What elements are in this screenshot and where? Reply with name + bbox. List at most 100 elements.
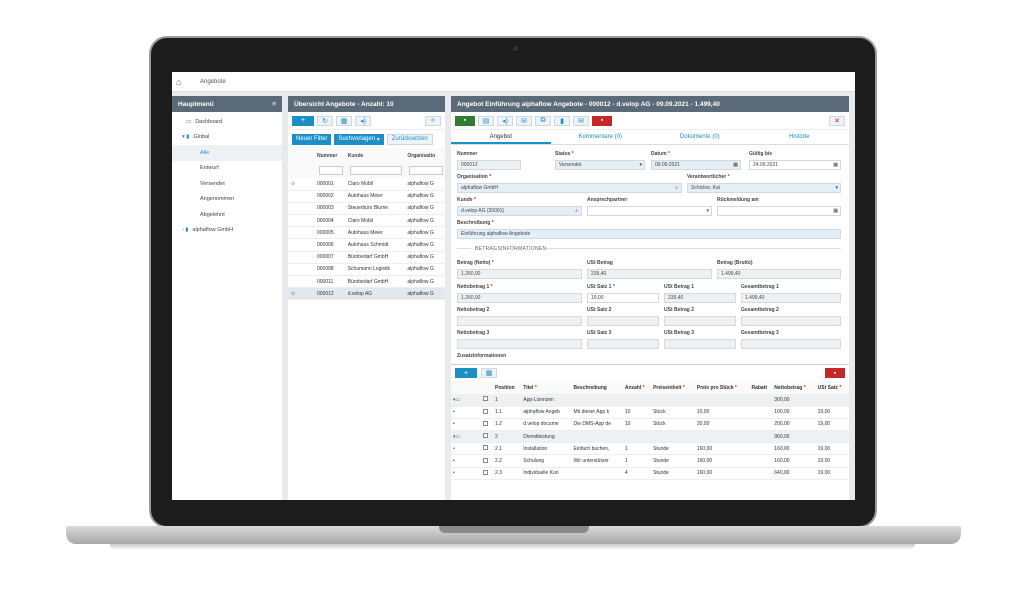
table-row[interactable]: 000008 Schumann Logistik alphaflow G (288, 263, 445, 277)
pdf-icon[interactable]: ▤ (478, 115, 494, 126)
envelope-icon[interactable]: ✉ (573, 115, 589, 126)
expand-cell[interactable]: ▾▭ (451, 394, 469, 407)
row-checkbox[interactable] (481, 442, 493, 456)
table-row[interactable]: 000005 Autohaus Meier alphaflow G (288, 226, 445, 240)
calendar-icon[interactable]: ▦ (833, 207, 838, 215)
sidebar-item[interactable]: Angenommen (172, 192, 282, 208)
paperclip-icon[interactable]: ⊘ (291, 181, 295, 187)
expand-cell[interactable]: ▾▭ (451, 430, 469, 444)
sidebar-item[interactable]: ▾ ▮ Global (172, 130, 282, 146)
row-checkbox[interactable] (481, 430, 493, 444)
table-row[interactable]: ⊘ 000001 Claro Mobil alphaflow G (288, 178, 445, 191)
table-row[interactable]: 000003 Steuerbüro Blume alphaflow G (288, 202, 445, 216)
sidebar-item[interactable]: Entwurf (172, 161, 282, 177)
checkbox[interactable] (483, 396, 488, 402)
row-checkbox[interactable] (481, 454, 493, 468)
filter-nummer-input[interactable] (319, 166, 343, 175)
add-position-button[interactable]: + (455, 368, 477, 378)
table-row[interactable]: 000006 Autohaus Schmidt alphaflow G (288, 238, 445, 252)
column-header[interactable]: Position (493, 381, 522, 394)
column-header[interactable]: Kunde (344, 148, 405, 163)
home-icon[interactable]: ⌂ (176, 77, 190, 87)
hamburger-icon[interactable]: ≡ (272, 101, 276, 108)
column-header[interactable]: USt Satz * (815, 381, 849, 394)
search-templates-button[interactable]: Suchvorlagen ▾ (334, 133, 384, 145)
position-row[interactable]: • 2.3 Individuelle Kun 4 Stunde 160,00 640,00 1… (451, 467, 849, 480)
refresh-icon[interactable]: ↻ (317, 115, 333, 126)
checkbox[interactable] (483, 408, 488, 414)
position-row[interactable]: • 1.2 d.velop docume Die DMS-App de 10 Stück 2… (451, 418, 849, 432)
tab-angebot[interactable]: Angebot (451, 130, 551, 144)
close-icon[interactable]: ✕ (829, 115, 845, 126)
checkbox[interactable] (483, 469, 488, 475)
expand-cell[interactable]: • (451, 418, 469, 432)
table-row[interactable]: 000004 Claro Mobil alphaflow G (288, 214, 445, 228)
add-button[interactable]: + (292, 115, 314, 126)
row-checkbox[interactable] (481, 418, 493, 432)
column-header[interactable]: Beschreibung (571, 381, 623, 394)
table-row[interactable]: ⊘ 000012 d.velop AG alphaflow G (288, 287, 445, 301)
checkbox[interactable] (483, 433, 488, 439)
sidebar-item[interactable]: Versendet (172, 176, 282, 192)
column-header[interactable]: Titel * (521, 381, 572, 394)
position-group-row[interactable]: ▾▭ 1 App-Lizenzen 300,00 (451, 394, 849, 407)
delete-position-button[interactable]: ▪ (825, 368, 845, 378)
status-select[interactable]: Versendet ▾ (555, 160, 645, 170)
audio-icon[interactable]: ◂) (497, 115, 513, 126)
organisation-field[interactable]: alphaflow GmbH ⌕ (457, 183, 682, 193)
column-header[interactable]: Rabatt (749, 381, 773, 394)
tab-kommentare[interactable]: Kommentare (0) (551, 130, 651, 144)
search-icon[interactable]: ⌕ (575, 207, 578, 215)
column-header[interactable]: Preis pro Stück * (694, 381, 750, 394)
checkbox[interactable] (483, 420, 488, 426)
row-checkbox[interactable] (481, 406, 493, 419)
datum-field[interactable]: 09.09.2021 ▦ (651, 160, 741, 170)
row-checkbox[interactable] (481, 467, 493, 480)
checkbox[interactable] (483, 457, 488, 463)
tab-dokumente[interactable]: Dokumente (0) (650, 130, 750, 144)
sidebar-item[interactable]: ▭ Dashboard (172, 114, 282, 130)
calendar-icon[interactable]: ▦ (733, 161, 738, 169)
kunde-field[interactable]: d.velop AG (20001) ⌕ (457, 206, 582, 216)
filter-kunde-input[interactable] (349, 166, 403, 175)
table-row[interactable]: 000007 Bürobedarf GmbH alphaflow G (288, 251, 445, 264)
filter-organisation-input[interactable] (409, 166, 443, 175)
delete-button[interactable]: ▪ (592, 115, 612, 126)
breadcrumb[interactable]: Angebote (200, 79, 226, 85)
bookmark-icon[interactable]: ▮ (554, 115, 570, 126)
sidebar-item[interactable]: Abgelehnt (172, 207, 282, 223)
tab-historie[interactable]: Historie (750, 130, 850, 144)
excel-export-icon[interactable]: ▦ (481, 368, 497, 378)
paperclip-icon[interactable]: ⊘ (291, 291, 295, 297)
collapse-icon[interactable]: « (425, 115, 441, 126)
save-button[interactable]: ▪ (455, 115, 475, 126)
gueltig-field[interactable]: 24.09.2021 ▦ (749, 160, 841, 170)
copy-icon[interactable]: ⧉ (535, 115, 551, 126)
expand-cell[interactable]: • (451, 454, 469, 468)
sidebar-item[interactable]: › ▮ alphaflow GmbH (172, 223, 282, 239)
expand-cell[interactable]: • (451, 406, 469, 419)
column-header[interactable]: Preiseinheit * (651, 381, 695, 394)
excel-export-icon[interactable]: ▦ (336, 115, 352, 126)
position-row[interactable]: • 2.1 Installation Einfach buchen, 1 Stunde 16… (451, 442, 849, 456)
ansprechpartner-select[interactable]: ▾ (587, 206, 712, 216)
column-header[interactable]: Anzahl * (622, 381, 652, 394)
checkbox[interactable] (483, 445, 488, 451)
position-group-row[interactable]: ▾▭ 2 Dienstleistung 960,00 (451, 430, 849, 444)
table-row[interactable]: 000011 Bürobedarf GmbH alphaflow G (288, 275, 445, 289)
row-checkbox[interactable] (481, 394, 493, 407)
rueckmeldung-field[interactable]: ▦ (717, 206, 841, 216)
audio-icon[interactable]: ◂) (355, 115, 371, 126)
expand-cell[interactable]: • (451, 442, 469, 456)
mail-out-icon[interactable]: ✉ (516, 115, 532, 126)
position-row[interactable]: • 2.2 Schulung Wir unterstützer 1 Stunde 160,0… (451, 454, 849, 468)
position-row[interactable]: • 1.1 alphaflow Angeb Mit dieser App k 10 Stü… (451, 406, 849, 419)
verantwortlicher-select[interactable]: Schickor, Kai ▾ (687, 183, 841, 193)
beschreibung-field[interactable]: Einführung alphaflow Angebote (457, 229, 841, 239)
sidebar-item[interactable]: Alle (172, 145, 282, 161)
expand-cell[interactable]: • (451, 467, 469, 480)
table-row[interactable]: 000002 Autohaus Meier alphaflow G (288, 190, 445, 203)
reset-button[interactable]: Zurücksetzen (386, 133, 433, 145)
column-header[interactable]: Nummer (314, 148, 345, 163)
calendar-icon[interactable]: ▦ (833, 161, 838, 169)
